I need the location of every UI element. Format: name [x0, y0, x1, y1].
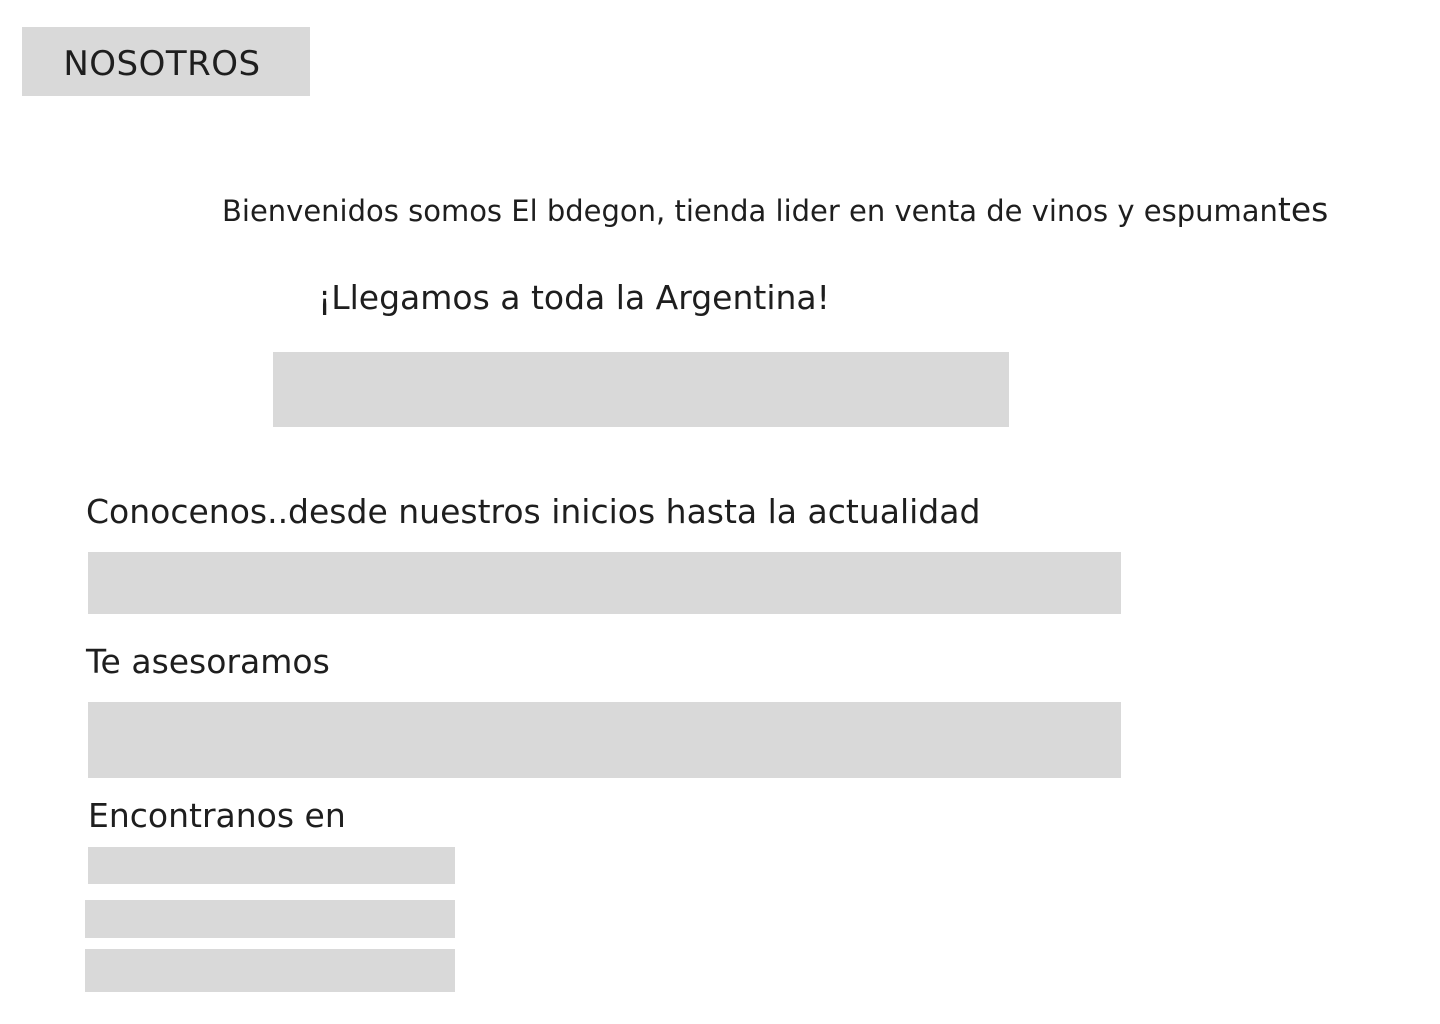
history-placeholder-box [88, 552, 1121, 614]
welcome-text: Bienvenidos somos El bdegon, tienda lide… [222, 190, 1412, 229]
nosotros-button[interactable]: NOSOTROS [22, 27, 310, 96]
find-us-link-2[interactable] [85, 900, 455, 938]
advise-placeholder-box [88, 702, 1121, 778]
find-us-heading: Encontranos en [88, 796, 346, 835]
find-us-link-3[interactable] [85, 949, 455, 992]
nosotros-label: NOSOTROS [63, 43, 261, 84]
find-us-link-1[interactable] [88, 847, 455, 884]
reach-heading: ¡Llegamos a toda la Argentina! [318, 278, 830, 317]
welcome-text-main: Bienvenidos somos El bdegon, tienda lide… [222, 194, 1278, 228]
history-heading: Conocenos..desde nuestros inicios hasta … [86, 492, 981, 531]
reach-placeholder-box [273, 352, 1009, 427]
welcome-text-tail: tes [1277, 190, 1329, 229]
advise-heading: Te asesoramos [86, 642, 330, 681]
